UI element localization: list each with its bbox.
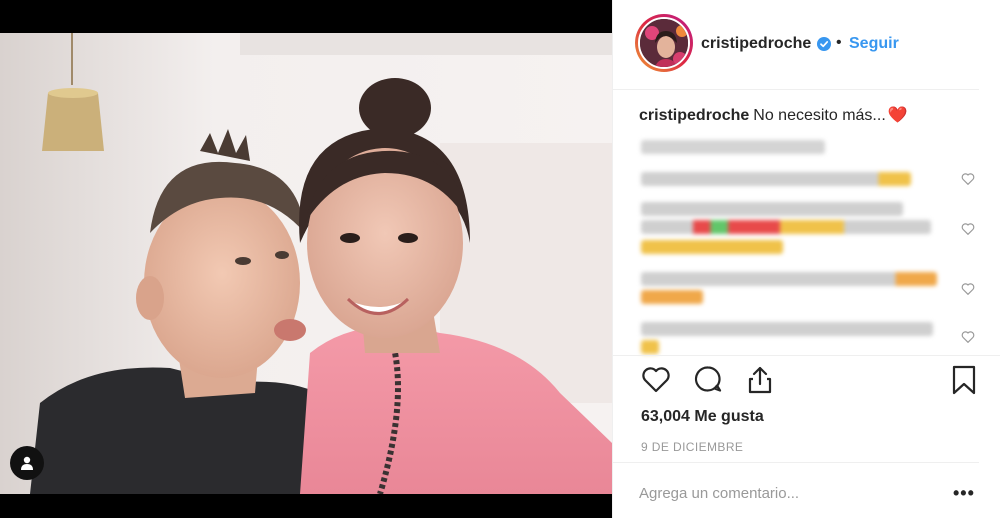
likes-count[interactable]: 63,004 Me gusta <box>641 408 764 426</box>
avatar-image <box>638 17 690 69</box>
user-tag-button[interactable] <box>10 446 44 480</box>
share-icon[interactable] <box>745 365 775 395</box>
caption-heart-emoji: ❤️ <box>887 107 908 124</box>
caption-text: No necesito más... <box>753 107 886 124</box>
post-author-username[interactable]: cristipedroche <box>701 35 811 53</box>
blurred-comment <box>641 172 911 186</box>
blurred-comment <box>641 202 903 216</box>
more-options-button[interactable]: ••• <box>953 483 975 504</box>
post-actions-bar <box>613 355 1000 401</box>
post-date[interactable]: 9 DE DICIEMBRE <box>641 440 743 454</box>
post-side-panel: cristipedroche • Seguir cristipedroche No… <box>612 0 1000 518</box>
separator-dot: • <box>836 34 842 51</box>
verified-badge-icon <box>817 37 831 51</box>
blurred-comment <box>641 340 659 354</box>
like-comment-icon[interactable] <box>961 282 975 295</box>
caption-username[interactable]: cristipedroche <box>639 107 749 124</box>
like-comment-icon[interactable] <box>961 172 975 185</box>
comment-bar: ••• <box>613 462 979 518</box>
user-tag-icon <box>21 456 33 470</box>
follow-button[interactable]: Seguir <box>849 35 899 53</box>
blurred-comment-meta <box>641 140 825 154</box>
bookmark-icon[interactable] <box>951 365 977 395</box>
comment-input[interactable] <box>639 485 929 502</box>
blurred-comment <box>641 272 937 286</box>
post-caption: cristipedroche No necesito más... ❤️ <box>639 105 908 125</box>
like-comment-icon[interactable] <box>961 330 975 343</box>
blurred-comment <box>641 290 703 304</box>
blurred-comment <box>641 220 931 234</box>
post-photo[interactable] <box>0 33 612 494</box>
blurred-comment <box>641 322 933 336</box>
post-header: cristipedroche • Seguir <box>613 0 979 90</box>
post-photo-frame <box>0 0 612 518</box>
like-comment-icon[interactable] <box>961 222 975 235</box>
comment-icon[interactable] <box>693 365 723 393</box>
blurred-comment <box>641 240 783 254</box>
avatar[interactable] <box>635 14 693 72</box>
heart-icon[interactable] <box>641 365 671 393</box>
